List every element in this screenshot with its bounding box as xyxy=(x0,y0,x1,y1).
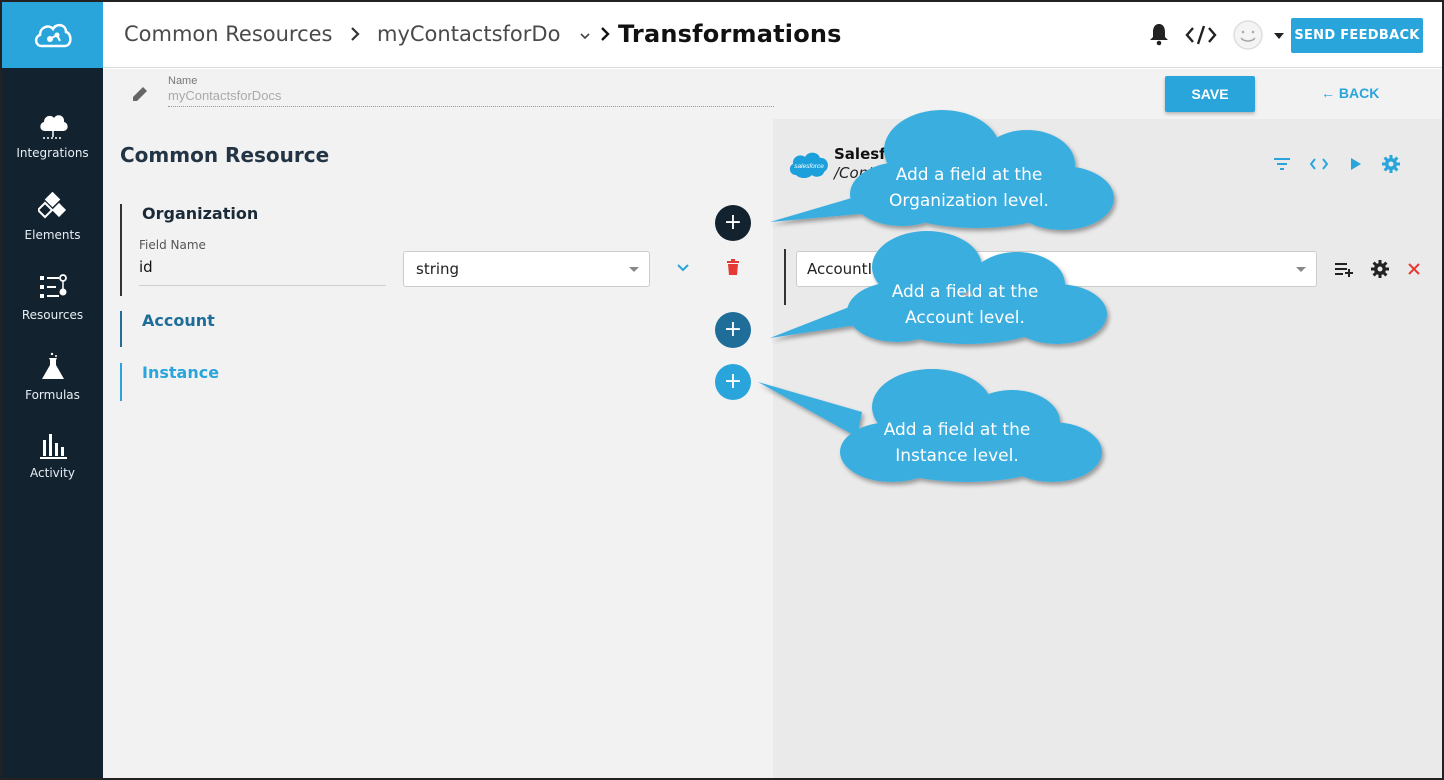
vendor-title: Salesf xyxy=(834,145,886,163)
sidebar: Integrations Elements Resources Formulas… xyxy=(2,2,103,778)
avatar[interactable] xyxy=(1232,19,1264,51)
panel-title: Common Resource xyxy=(120,143,330,167)
caret-down-icon xyxy=(1296,267,1306,272)
add-instance-field-button[interactable]: + xyxy=(715,364,751,400)
add-account-field-button[interactable]: + xyxy=(715,312,751,348)
level-instance: Instance xyxy=(120,363,219,401)
sidebar-item-label: Integrations xyxy=(16,146,89,160)
sidebar-item-label: Activity xyxy=(30,466,75,480)
sidebar-item-formulas[interactable]: Formulas xyxy=(2,352,103,422)
cloud-logo-icon xyxy=(34,23,72,48)
caret-down-icon xyxy=(629,267,639,272)
callout-line: Account level. xyxy=(905,308,1025,328)
callout-line: Add a field at the xyxy=(883,420,1031,440)
app-logo[interactable] xyxy=(2,2,103,68)
field-name-input[interactable]: id xyxy=(139,258,386,286)
code-icon[interactable] xyxy=(1185,24,1217,46)
sidebar-item-label: Elements xyxy=(24,228,81,242)
callout-line: Organization level. xyxy=(889,191,1049,211)
sidebar-item-activity[interactable]: Activity xyxy=(2,432,103,502)
name-input[interactable]: myContactsforDocs xyxy=(168,88,774,107)
bar-chart-icon xyxy=(39,434,67,459)
salesforce-logo-text: salesforce xyxy=(794,163,824,170)
level-title-account[interactable]: Account xyxy=(142,311,215,330)
bell-icon[interactable] xyxy=(1148,22,1170,46)
pencil-icon[interactable] xyxy=(130,84,150,104)
chevron-down-icon[interactable] xyxy=(676,263,690,273)
breadcrumb-common-resources[interactable]: Common Resources xyxy=(124,22,333,46)
callout-instance-text: Add a field at the Instance level. xyxy=(850,417,1064,469)
chevron-right-icon xyxy=(601,27,610,41)
field-name-label: Field Name xyxy=(139,238,206,252)
gear-icon[interactable] xyxy=(1381,154,1401,174)
vendor-field-value: AccountId xyxy=(807,260,882,278)
sidebar-item-elements[interactable]: Elements xyxy=(2,192,103,262)
back-button[interactable]: ← BACK xyxy=(1321,85,1379,101)
callout-line: Add a field at the xyxy=(891,282,1039,302)
play-icon[interactable] xyxy=(1349,156,1363,172)
elements-icon xyxy=(37,192,66,219)
chevron-right-icon xyxy=(351,27,360,41)
chevron-down-icon[interactable] xyxy=(579,30,591,42)
caret-down-icon[interactable] xyxy=(1273,32,1285,40)
level-title-organization[interactable]: Organization xyxy=(142,204,258,223)
app-window: Integrations Elements Resources Formulas… xyxy=(0,0,1444,780)
code-icon[interactable] xyxy=(1309,156,1329,172)
close-icon[interactable] xyxy=(1407,262,1421,276)
sidebar-item-resources[interactable]: Resources xyxy=(2,272,103,342)
top-bar: Common Resources myContactsforDo Transfo… xyxy=(103,2,1442,68)
breadcrumb-resource-name[interactable]: myContactsforDo xyxy=(377,22,560,46)
callout-line: Add a field at the xyxy=(895,165,1043,185)
page-title: Transformations xyxy=(618,20,842,48)
field-type-select[interactable]: string xyxy=(403,251,650,287)
filter-icon[interactable] xyxy=(1273,157,1291,171)
gear-icon[interactable] xyxy=(1370,259,1390,279)
cloud-icon xyxy=(39,115,68,139)
callout-line: Instance level. xyxy=(895,446,1019,466)
sidebar-item-label: Resources xyxy=(21,308,84,322)
common-resource-panel: Common Resource Organization Field Name … xyxy=(103,119,773,778)
callout-organization-text: Add a field at the Organization level. xyxy=(862,162,1076,214)
sidebar-item-label: Formulas xyxy=(25,388,80,402)
name-bar: Name myContactsforDocs SAVE ← BACK xyxy=(103,69,1442,119)
resources-icon xyxy=(39,274,67,298)
trash-icon[interactable] xyxy=(726,259,740,276)
callout-account-text: Add a field at the Account level. xyxy=(858,279,1072,331)
send-feedback-button[interactable]: SEND FEEDBACK xyxy=(1291,18,1423,53)
playlist-add-icon[interactable] xyxy=(1334,260,1354,278)
save-button[interactable]: SAVE xyxy=(1165,76,1255,112)
add-organization-field-button[interactable]: + xyxy=(715,205,751,241)
mapping-row-indicator xyxy=(784,249,786,305)
sidebar-item-integrations[interactable]: Integrations xyxy=(2,112,103,182)
level-title-instance[interactable]: Instance xyxy=(142,363,219,382)
field-type-value: string xyxy=(416,260,460,278)
name-label: Name xyxy=(168,75,198,87)
flask-icon xyxy=(41,352,64,379)
level-account: Account xyxy=(120,311,215,347)
salesforce-logo: salesforce xyxy=(789,152,828,178)
